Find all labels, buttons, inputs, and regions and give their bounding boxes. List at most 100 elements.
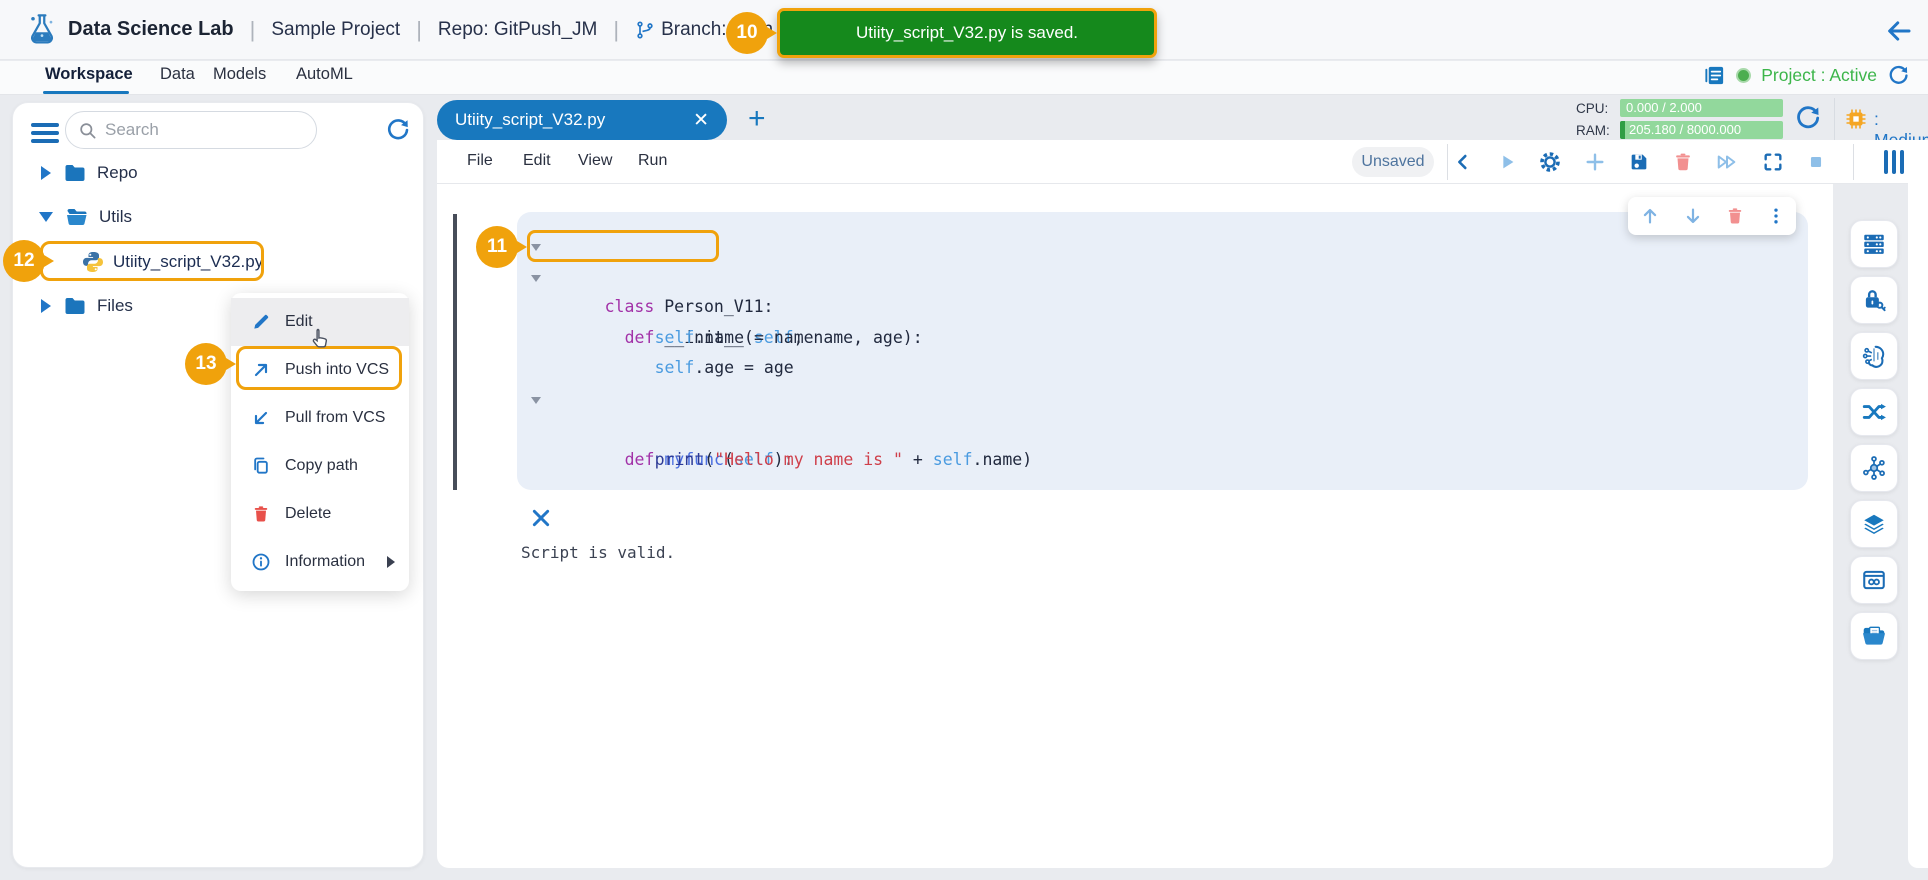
resources-refresh-icon[interactable] [1794, 104, 1822, 132]
divider [1447, 144, 1448, 180]
code-editor[interactable]: class Person_V11: def __init__(self, nam… [517, 212, 1808, 490]
new-tab-button[interactable]: + [748, 102, 766, 136]
kebab-menu-icon[interactable] [1766, 206, 1786, 226]
ram-value: 205.180 / 8000.000 [1629, 122, 1741, 137]
tree-item-utils[interactable]: Utils [13, 197, 423, 237]
search-input[interactable] [105, 120, 285, 140]
ram-usage-bar: 205.180 / 8000.000 [1620, 121, 1783, 139]
divider [1853, 144, 1854, 180]
save-icon[interactable] [1626, 149, 1652, 175]
menu-file[interactable]: File [467, 152, 493, 170]
context-menu-copy-path[interactable]: Copy path [231, 442, 409, 490]
fast-forward-icon[interactable] [1714, 149, 1740, 175]
folder-files-icon[interactable] [1850, 612, 1898, 660]
app-title: Data Science Lab [68, 18, 234, 41]
annotation-badge-12: 12 [3, 240, 45, 282]
tab-models[interactable]: Models [213, 65, 266, 84]
fold-caret-icon[interactable] [531, 275, 541, 282]
badge-number: 12 [13, 250, 34, 272]
back-arrow-icon[interactable] [1884, 16, 1914, 46]
context-menu-information[interactable]: Information [231, 538, 409, 586]
layers-icon[interactable] [1850, 500, 1898, 548]
code-line-blank [517, 353, 1808, 384]
trash-icon[interactable] [1725, 206, 1745, 226]
plus-icon[interactable] [1582, 149, 1608, 175]
stop-icon[interactable] [1803, 149, 1829, 175]
fold-caret-icon[interactable] [531, 397, 541, 404]
editor-gutter-bar [453, 214, 457, 490]
context-menu-push-into-vcs[interactable]: Push into VCS [231, 346, 409, 394]
tree-item-label: Repo [97, 163, 138, 183]
arrow-down-icon[interactable] [1682, 205, 1704, 227]
annotation-badge-13: 13 [185, 343, 227, 385]
refresh-icon[interactable] [1887, 64, 1910, 87]
toast-message: Utiity_script_V32.py is saved. [856, 23, 1078, 43]
server-rack-icon[interactable] [1850, 220, 1898, 268]
tab-automl[interactable]: AutoML [296, 65, 353, 84]
info-icon [251, 552, 271, 572]
panel-toggle-icon[interactable] [1884, 150, 1904, 174]
fold-caret-icon[interactable] [531, 244, 541, 251]
project-status-label: Project : Active [1761, 65, 1877, 86]
annotation-badge-11: 11 [476, 226, 518, 268]
report-icon[interactable] [1703, 64, 1726, 87]
copy-icon [251, 456, 271, 476]
cursor-hand-icon [308, 327, 332, 351]
hamburger-menu-icon[interactable] [31, 123, 59, 145]
tree-item-label: Utils [99, 207, 132, 227]
context-menu-label: Information [285, 553, 365, 571]
tree-item-label: Files [97, 296, 133, 316]
context-menu-label: Delete [285, 505, 331, 523]
cpu-label: CPU: [1576, 101, 1620, 116]
chevron-right-icon[interactable] [41, 299, 51, 313]
search-box[interactable] [65, 111, 317, 149]
fullscreen-icon[interactable] [1760, 149, 1786, 175]
cpu-value: 0.000 / 2.000 [1626, 100, 1702, 115]
context-menu-delete[interactable]: Delete [231, 490, 409, 538]
folder-icon [63, 161, 87, 185]
context-menu-label: Pull from VCS [285, 409, 385, 427]
cpu-chip-icon [1844, 107, 1868, 131]
validation-message: Script is valid. [521, 543, 675, 562]
right-panel-edge [1908, 140, 1928, 868]
chevron-right-icon[interactable] [41, 166, 51, 180]
shuffle-icon[interactable] [1850, 388, 1898, 436]
app-root: Data Science Lab | Sample Project | Repo… [0, 0, 1928, 880]
chevron-down-icon[interactable] [39, 212, 53, 222]
tree-item-repo[interactable]: Repo [13, 153, 423, 193]
lock-key-icon[interactable] [1850, 276, 1898, 324]
menu-run[interactable]: Run [638, 152, 667, 170]
code-floating-toolbar [1628, 197, 1796, 235]
code-line: def __init__(self, name, age): [517, 262, 1808, 293]
code-line: self.age = age [517, 323, 1808, 354]
editor-file-tab[interactable]: Utiity_script_V32.py ✕ [437, 100, 727, 140]
menu-edit[interactable]: Edit [523, 152, 551, 170]
gear-icon[interactable] [1537, 149, 1563, 175]
menu-view[interactable]: View [578, 152, 612, 170]
badge-number: 11 [487, 236, 507, 258]
tree-item-label: Utiity_script_V32.py [113, 252, 263, 272]
divider: | [250, 17, 256, 43]
dismiss-validation-icon[interactable] [531, 508, 551, 528]
tab-data[interactable]: Data [160, 65, 195, 84]
brain-circuit-icon[interactable] [1850, 332, 1898, 380]
play-icon[interactable] [1494, 149, 1520, 175]
arrow-up-icon[interactable] [1639, 205, 1661, 227]
trash-icon[interactable] [1670, 149, 1696, 175]
window-loop-icon[interactable] [1850, 556, 1898, 604]
badge-number: 13 [195, 353, 216, 375]
close-tab-icon[interactable]: ✕ [693, 109, 709, 132]
flask-logo-icon [24, 12, 60, 48]
network-icon[interactable] [1850, 444, 1898, 492]
save-state-label: Unsaved [1361, 153, 1424, 171]
context-menu-pull-from-vcs[interactable]: Pull from VCS [231, 394, 409, 442]
editor-tab-title: Utiity_script_V32.py [455, 110, 605, 130]
project-name: Sample Project [271, 19, 400, 41]
context-menu-label: Copy path [285, 457, 358, 475]
tree-refresh-icon[interactable] [385, 117, 411, 143]
tree-item-python-file[interactable]: Utiity_script_V32.py [13, 242, 423, 282]
trash-icon [251, 504, 271, 524]
search-icon [78, 121, 97, 140]
chevron-left-icon[interactable] [1450, 149, 1476, 175]
tab-workspace[interactable]: Workspace [45, 65, 133, 84]
